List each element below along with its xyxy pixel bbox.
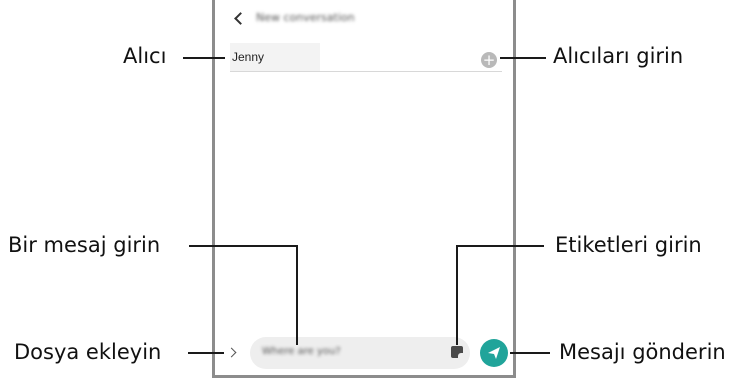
leader-line	[456, 245, 544, 247]
recipient-value: Jenny	[232, 50, 265, 64]
send-icon	[488, 347, 500, 359]
callout-send-message: Mesajı gönderin	[559, 340, 726, 364]
add-recipient-icon[interactable]: +	[481, 52, 497, 68]
callout-enter-stickers: Etiketleri girin	[555, 233, 702, 257]
callout-enter-recipients: Alıcıları girin	[553, 44, 684, 68]
leader-line	[456, 245, 458, 345]
leader-line	[510, 352, 550, 354]
callout-attach-file: Dosya ekleyin	[14, 340, 162, 364]
message-placeholder: Where are you?	[262, 346, 341, 357]
leader-line	[189, 245, 297, 247]
leader-line	[500, 57, 546, 59]
header-title: New conversation	[256, 11, 355, 24]
sticker-icon[interactable]	[451, 346, 463, 358]
send-button[interactable]	[480, 339, 508, 367]
recipient-divider	[230, 71, 502, 72]
callout-recipient: Alıcı	[123, 44, 167, 68]
leader-line	[183, 57, 225, 59]
leader-line	[296, 245, 298, 345]
callout-enter-message: Bir mesaj girin	[8, 233, 161, 257]
leader-line	[188, 352, 224, 354]
